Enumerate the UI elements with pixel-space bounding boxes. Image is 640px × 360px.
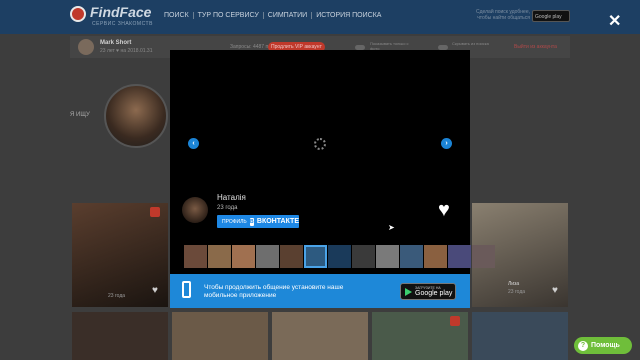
top-header: FindFace СЕРВИС ЗНАКОМСТВ ПОИСК ТУР ПО С…: [0, 0, 640, 34]
logo-icon[interactable]: [70, 6, 86, 22]
search-photo: [104, 84, 168, 148]
card-age: 23 года: [108, 293, 126, 299]
looking-label: Я ИЩУ: [70, 112, 90, 118]
google-play-header-button[interactable]: Google play: [532, 10, 570, 22]
logo-subtitle: СЕРВИС ЗНАКОМСТВ: [92, 21, 153, 27]
like-heart-icon[interactable]: ♥: [438, 200, 450, 220]
nav-item-likes[interactable]: СИМПАТИИ: [264, 12, 313, 19]
photo-thumbnail[interactable]: [304, 245, 327, 268]
profile-modal: ‹ › ➤ Наталія 23 года ПРОФИЛЬ B ВКОНТАКТ…: [170, 50, 495, 308]
photo-thumbnail[interactable]: [424, 245, 447, 268]
vk-profile-button[interactable]: ПРОФИЛЬ B ВКОНТАКТЕ: [217, 215, 299, 228]
vk-button-prefix: ПРОФИЛЬ: [222, 218, 247, 225]
photo-thumbnails: [184, 245, 495, 268]
loading-spinner-icon: [314, 138, 326, 150]
help-label: Помощь: [591, 342, 620, 349]
photo-thumbnail[interactable]: [256, 245, 279, 268]
profile-name: Наталія: [217, 193, 246, 202]
nav-item-search[interactable]: ПОИСК: [160, 12, 194, 19]
heart-icon[interactable]: ♥: [552, 285, 558, 296]
logout-link[interactable]: Выйти из аккаунта: [514, 44, 557, 50]
help-icon: ?: [578, 340, 588, 351]
card-age: 23 года: [508, 289, 526, 295]
result-card[interactable]: [72, 312, 168, 360]
google-play-icon: [405, 288, 412, 296]
camera-icon: [150, 207, 160, 217]
logo-text[interactable]: FindFace: [90, 4, 151, 20]
profile-avatar: [182, 197, 208, 223]
photo-thumbnail[interactable]: [280, 245, 303, 268]
banner-text: Чтобы продолжить общение установите наше…: [204, 284, 344, 299]
profile-age: 23 года: [217, 205, 238, 211]
user-avatar[interactable]: [78, 39, 94, 55]
google-play-big-text: Google play: [415, 290, 453, 297]
app-install-banner: Чтобы продолжить общение установите наше…: [170, 274, 470, 308]
phone-icon: [182, 281, 191, 298]
result-card[interactable]: [372, 312, 468, 360]
photo-thumbnail[interactable]: [376, 245, 399, 268]
result-card[interactable]: [272, 312, 368, 360]
heart-icon[interactable]: ♥: [152, 285, 158, 296]
photo-thumbnail[interactable]: [232, 245, 255, 268]
nav-item-tour[interactable]: ТУР ПО СЕРВИСУ: [194, 12, 264, 19]
hide-search-label: Скрывать из поиска: [452, 41, 489, 46]
photo-thumbnail[interactable]: [208, 245, 231, 268]
result-card[interactable]: [472, 312, 568, 360]
nav-item-history[interactable]: ИСТОРИЯ ПОИСКА: [312, 12, 385, 19]
result-card[interactable]: 23 года ♥: [72, 203, 168, 307]
user-name[interactable]: Mark Short: [100, 40, 131, 46]
vk-button-brand: ВКОНТАКТЕ: [256, 218, 299, 225]
app-promo-text: Сделай поиск удобнее, чтобы найти общать…: [476, 9, 530, 21]
photo-thumbnail[interactable]: [352, 245, 375, 268]
photo-thumbnail[interactable]: [448, 245, 471, 268]
vk-logo-icon: B: [249, 217, 254, 226]
result-card[interactable]: [172, 312, 268, 360]
card-name: Лиза: [508, 281, 520, 287]
photo-thumbnail[interactable]: [328, 245, 351, 268]
close-icon[interactable]: ✕: [608, 14, 621, 30]
mouse-cursor-icon: ➤: [388, 223, 395, 232]
photo-thumbnail[interactable]: [400, 245, 423, 268]
next-photo-button[interactable]: ›: [441, 138, 452, 149]
user-info: 23 лет ♥ на 2018.01.31: [100, 48, 153, 54]
photo-thumbnail[interactable]: [184, 245, 207, 268]
photo-thumbnail[interactable]: [472, 245, 495, 268]
camera-icon: [450, 316, 460, 326]
main-nav: ПОИСК ТУР ПО СЕРВИСУ СИМПАТИИ ИСТОРИЯ ПО…: [160, 12, 385, 19]
prev-photo-button[interactable]: ‹: [188, 138, 199, 149]
help-button[interactable]: ? Помощь: [574, 337, 632, 354]
google-play-button[interactable]: ЗАГРУЗИТЕ НА Google play: [400, 283, 456, 300]
